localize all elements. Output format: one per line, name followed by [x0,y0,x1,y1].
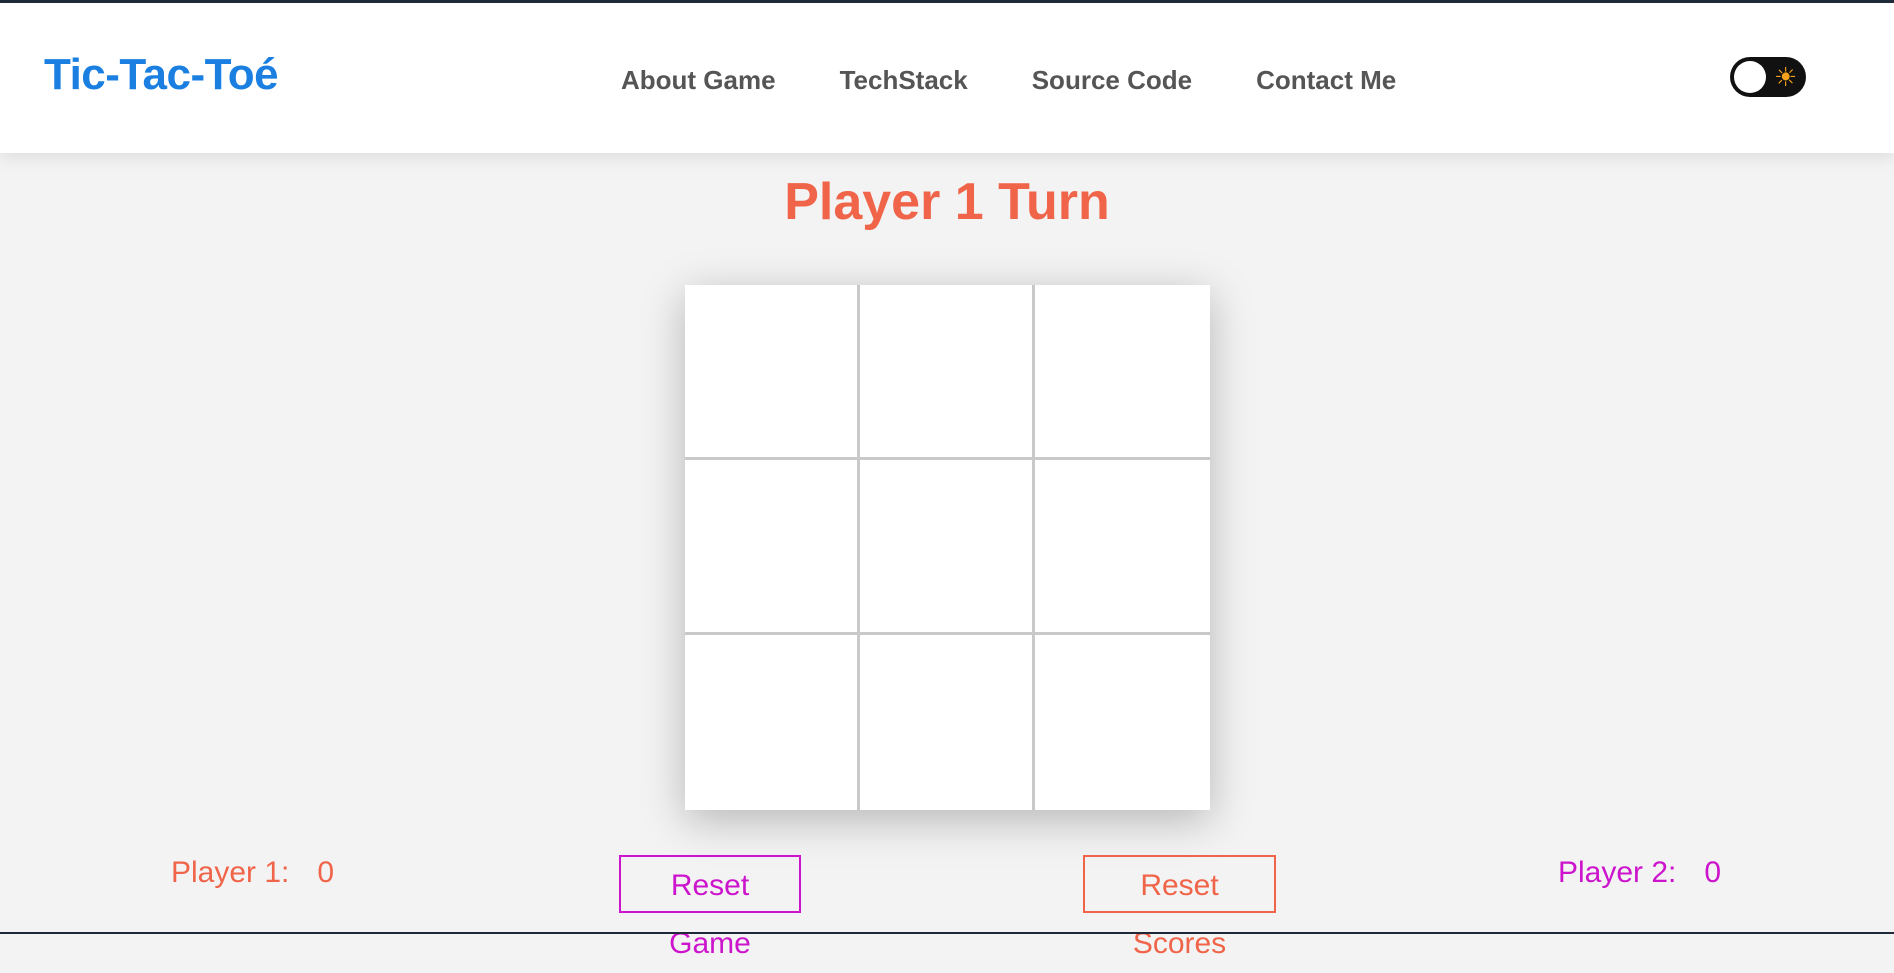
toggle-knob [1734,61,1766,93]
board-cell-4[interactable] [685,460,860,635]
nav-link-contact-me[interactable]: Contact Me [1256,65,1396,96]
window-top-border [0,0,1894,3]
board-cell-7[interactable] [685,635,860,810]
theme-toggle[interactable]: ☀ [1730,57,1806,97]
board-cell-1[interactable] [685,285,860,460]
player2-score-label: Player 2: [1558,856,1677,889]
board-cell-9[interactable] [1035,635,1210,810]
board-cell-6[interactable] [1035,460,1210,635]
game-board [685,285,1210,810]
player1-score: Player 1: 0 [171,856,334,890]
sun-icon: ☀ [1774,62,1798,92]
nav-link-about-game[interactable]: About Game [621,65,776,96]
player2-score-value: 0 [1704,856,1722,889]
board-cell-3[interactable] [1035,285,1210,460]
board-cell-8[interactable] [860,635,1035,810]
reset-scores-button[interactable]: Reset Scores [1083,855,1276,960]
player2-score: Player 2: 0 [1558,856,1721,890]
nav-menu: About Game TechStack Source Code Contact… [621,65,1396,96]
navbar: Tic-Tac-Toé About Game TechStack Source … [0,3,1894,153]
board-cell-2[interactable] [860,285,1035,460]
nav-link-source-code[interactable]: Source Code [1032,65,1192,96]
turn-indicator: Player 1 Turn [784,173,1110,231]
player1-score-label: Player 1: [171,856,290,889]
board-cell-5[interactable] [860,460,1035,635]
player1-score-value: 0 [317,856,335,889]
brand-logo[interactable]: Tic-Tac-Toé [44,50,279,100]
nav-link-techstack[interactable]: TechStack [840,65,968,96]
reset-game-button[interactable]: Reset Game [619,855,801,960]
